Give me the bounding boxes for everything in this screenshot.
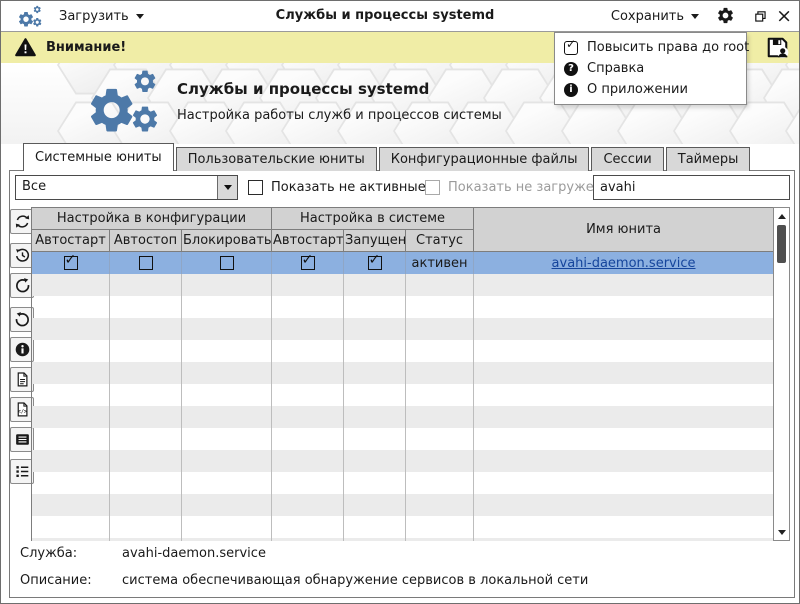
- checkbox-icon[interactable]: [248, 180, 263, 195]
- group-header-system: Настройка в системе: [272, 208, 474, 230]
- load-menu-label: Загрузить: [59, 9, 129, 24]
- show-inactive-label: Показать не активные: [271, 180, 426, 195]
- restore-button[interactable]: [754, 10, 767, 23]
- menu-item-label: О приложении: [587, 82, 688, 97]
- window-controls: ×: [745, 1, 792, 31]
- load-menu-button[interactable]: Загрузить: [59, 1, 144, 31]
- page-subtitle: Настройка работы служб и процессов систе…: [177, 108, 502, 123]
- menu-item-elevate-root[interactable]: Повысить права до root: [555, 37, 746, 58]
- service-label: Служба:: [20, 546, 77, 561]
- units-table: Настройка в конфигурации Настройка в сис…: [31, 207, 790, 541]
- autostart-config-checkbox[interactable]: [64, 256, 78, 270]
- content-frame: Все Показать не активные Показать не заг…: [9, 170, 795, 598]
- save-as-root-button[interactable]: [765, 35, 790, 60]
- settings-menu: Повысить права до root ? Справка i О при…: [554, 32, 747, 105]
- settings-gear-button[interactable]: [716, 6, 735, 25]
- close-button[interactable]: ×: [776, 7, 792, 25]
- svg-text:</>: </>: [17, 409, 26, 415]
- menu-item-about[interactable]: i О приложении: [555, 79, 746, 100]
- running-checkbox[interactable]: [368, 256, 382, 270]
- scrollbar-thumb[interactable]: [777, 225, 786, 263]
- column-header-block[interactable]: Блокировать: [182, 230, 272, 252]
- chevron-down-icon: [136, 14, 144, 19]
- chevron-down-icon: [691, 14, 699, 19]
- tab-config-files[interactable]: Конфигурационные файлы: [379, 147, 590, 171]
- table-row-empty[interactable]: [32, 494, 774, 516]
- vertical-scrollbar[interactable]: [773, 207, 790, 541]
- service-value: avahi-daemon.service: [122, 546, 266, 561]
- table-row-empty[interactable]: [32, 450, 774, 472]
- tab-bar: Системные юниты Пользовательские юниты К…: [23, 144, 750, 171]
- autostop-checkbox[interactable]: [139, 256, 153, 270]
- menu-item-help[interactable]: ? Справка: [555, 58, 746, 79]
- block-checkbox[interactable]: [220, 256, 234, 270]
- table-row-empty[interactable]: [32, 340, 774, 362]
- table-group-header-row: Настройка в конфигурации Настройка в сис…: [32, 208, 774, 230]
- group-header-config: Настройка в конфигурации: [32, 208, 272, 230]
- save-menu-button[interactable]: Сохранить: [611, 1, 699, 31]
- table-row-empty[interactable]: [32, 362, 774, 384]
- warning-icon: [15, 37, 36, 58]
- combo-dropdown-button[interactable]: [217, 176, 237, 199]
- tab-timers[interactable]: Таймеры: [666, 147, 751, 171]
- triangle-down-icon: [778, 530, 786, 535]
- titlebar: Загрузить Службы и процессы systemd Сохр…: [1, 1, 799, 32]
- table-row-empty[interactable]: [32, 538, 774, 541]
- help-circle-icon: ?: [564, 62, 578, 76]
- description-value: система обеспечивающая обнаружение серви…: [122, 573, 588, 588]
- table-row-empty[interactable]: [32, 428, 774, 450]
- unit-filter-value: Все: [16, 176, 217, 199]
- window-title: Службы и процессы systemd: [201, 1, 569, 31]
- table-row-empty[interactable]: [32, 472, 774, 494]
- scroll-up-button[interactable]: [774, 209, 789, 223]
- info-circle-icon: i: [564, 83, 578, 97]
- table-row-empty[interactable]: [32, 296, 774, 318]
- table-row-empty[interactable]: [32, 406, 774, 428]
- page-title: Службы и процессы systemd: [177, 80, 429, 98]
- column-header-status[interactable]: Статус: [406, 230, 474, 252]
- app-logo-gears: [85, 68, 165, 139]
- description-label: Описание:: [20, 573, 92, 588]
- column-header-autostart-config[interactable]: Автостарт: [32, 230, 110, 252]
- column-header-autostart-system[interactable]: Автостарт: [272, 230, 344, 252]
- autostart-system-checkbox[interactable]: [301, 256, 315, 270]
- checkbox-icon: [425, 180, 440, 195]
- table-row-empty[interactable]: [32, 384, 774, 406]
- warning-text: Внимание!: [46, 40, 126, 55]
- unit-table-body: активен avahi-daemon.service: [32, 252, 774, 542]
- status-cell: активен: [406, 252, 474, 275]
- table-row-empty[interactable]: [32, 274, 774, 296]
- triangle-up-icon: [778, 214, 786, 219]
- scroll-down-button[interactable]: [774, 525, 789, 539]
- table-row-empty[interactable]: [32, 318, 774, 340]
- unit-filter-select[interactable]: Все: [15, 175, 238, 200]
- save-menu-label: Сохранить: [611, 9, 684, 24]
- tab-user-units[interactable]: Пользовательские юниты: [176, 147, 377, 171]
- checked-checkbox-icon: [564, 41, 578, 55]
- search-input[interactable]: [593, 175, 790, 200]
- unit-name-link[interactable]: avahi-daemon.service: [552, 256, 696, 271]
- menu-item-label: Справка: [587, 61, 644, 76]
- tab-system-units[interactable]: Системные юниты: [23, 143, 174, 171]
- table-row-selected[interactable]: активен avahi-daemon.service: [32, 252, 774, 275]
- column-header-running[interactable]: Запущен: [344, 230, 406, 252]
- column-header-autostop[interactable]: Автостоп: [110, 230, 182, 252]
- app-gears-icon: [17, 5, 44, 29]
- chevron-down-icon: [224, 185, 232, 190]
- show-inactive-checkbox[interactable]: Показать не активные: [248, 180, 426, 195]
- column-header-unit-name[interactable]: Имя юнита: [474, 208, 774, 252]
- app-window: Загрузить Службы и процессы systemd Сохр…: [0, 0, 800, 604]
- menu-item-label: Повысить права до root: [587, 40, 749, 55]
- tab-sessions[interactable]: Сессии: [591, 147, 663, 171]
- table-row-empty[interactable]: [32, 516, 774, 538]
